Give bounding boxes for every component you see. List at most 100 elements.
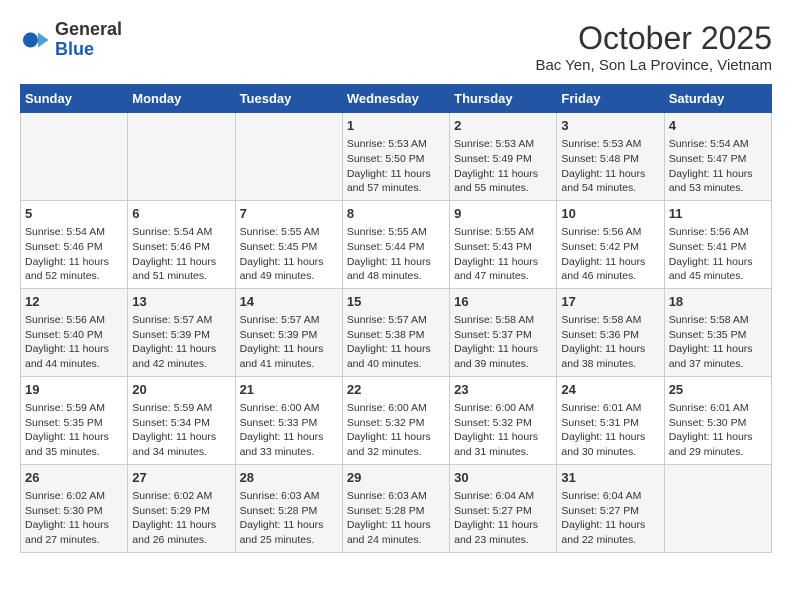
day-info: Sunrise: 5:54 AM Sunset: 5:46 PM Dayligh… [25,225,123,284]
calendar-cell: 12 Sunrise: 5:56 AM Sunset: 5:40 PM Dayli… [21,288,128,376]
calendar-cell: 16Sunrise: 5:58 AM Sunset: 5:37 PM Dayli… [450,288,557,376]
day-number: 6 [132,205,230,223]
page-header: General Blue October 2025 Bac Yen, Son L… [20,20,772,74]
day-number: 5 [25,205,123,223]
logo-icon [20,25,50,55]
day-number: 19 [25,381,123,399]
weekday-row: SundayMondayTuesdayWednesdayThursdayFrid… [21,85,772,113]
day-info: Sunrise: 6:02 AM Sunset: 5:30 PM Dayligh… [25,489,123,548]
day-number: 2 [454,117,552,135]
logo: General Blue [20,20,122,60]
day-info: Sunrise: 5:56 AM Sunset: 5:40 PM Dayligh… [25,313,123,372]
calendar-cell: 24 Sunrise: 6:01 AM Sunset: 5:31 PM Dayli… [557,376,664,464]
week-row-5: 26Sunrise: 6:02 AM Sunset: 5:30 PM Dayli… [21,464,772,552]
day-info: Sunrise: 5:53 AM Sunset: 5:49 PM Dayligh… [454,137,552,196]
weekday-header-tuesday: Tuesday [235,85,342,113]
day-number: 23 [454,381,552,399]
week-row-3: 12 Sunrise: 5:56 AM Sunset: 5:40 PM Dayli… [21,288,772,376]
day-number: 10 [561,205,659,223]
day-info: Sunrise: 5:56 AM Sunset: 5:42 PM Dayligh… [561,225,659,284]
calendar-cell: 6Sunrise: 5:54 AM Sunset: 5:46 PM Daylig… [128,200,235,288]
day-number: 9 [454,205,552,223]
day-info: Sunrise: 5:54 AM Sunset: 5:47 PM Dayligh… [669,137,767,196]
calendar-cell: 21Sunrise: 6:00 AM Sunset: 5:33 PM Dayli… [235,376,342,464]
calendar-cell: 4Sunrise: 5:54 AM Sunset: 5:47 PM Daylig… [664,113,771,201]
calendar-cell: 7Sunrise: 5:55 AM Sunset: 5:45 PM Daylig… [235,200,342,288]
logo-general-text: General [55,20,122,40]
calendar-cell: 27Sunrise: 6:02 AM Sunset: 5:29 PM Dayli… [128,464,235,552]
weekday-header-sunday: Sunday [21,85,128,113]
title-block: October 2025 Bac Yen, Son La Province, V… [535,20,772,74]
day-info: Sunrise: 5:57 AM Sunset: 5:38 PM Dayligh… [347,313,445,372]
day-info: Sunrise: 6:01 AM Sunset: 5:31 PM Dayligh… [561,401,659,460]
week-row-2: 5 Sunrise: 5:54 AM Sunset: 5:46 PM Daylig… [21,200,772,288]
day-number: 20 [132,381,230,399]
day-number: 15 [347,293,445,311]
calendar-header: SundayMondayTuesdayWednesdayThursdayFrid… [21,85,772,113]
day-info: Sunrise: 5:53 AM Sunset: 5:48 PM Dayligh… [561,137,659,196]
calendar-cell: 25 Sunrise: 6:01 AM Sunset: 5:30 PM Dayli… [664,376,771,464]
weekday-header-saturday: Saturday [664,85,771,113]
day-info: Sunrise: 6:00 AM Sunset: 5:32 PM Dayligh… [454,401,552,460]
day-info: Sunrise: 5:58 AM Sunset: 5:36 PM Dayligh… [561,313,659,372]
day-number: 13 [132,293,230,311]
calendar-cell: 17 Sunrise: 5:58 AM Sunset: 5:36 PM Dayli… [557,288,664,376]
day-number: 22 [347,381,445,399]
calendar-cell: 28Sunrise: 6:03 AM Sunset: 5:28 PM Dayli… [235,464,342,552]
day-number: 12 [25,293,123,311]
day-info: Sunrise: 6:03 AM Sunset: 5:28 PM Dayligh… [347,489,445,548]
day-number: 29 [347,469,445,487]
day-number: 7 [240,205,338,223]
day-number: 14 [240,293,338,311]
day-number: 18 [669,293,767,311]
weekday-header-thursday: Thursday [450,85,557,113]
calendar-body: 1Sunrise: 5:53 AM Sunset: 5:50 PM Daylig… [21,113,772,553]
calendar-cell: 10 Sunrise: 5:56 AM Sunset: 5:42 PM Dayli… [557,200,664,288]
day-number: 30 [454,469,552,487]
calendar-cell: 9Sunrise: 5:55 AM Sunset: 5:43 PM Daylig… [450,200,557,288]
calendar-cell: 13Sunrise: 5:57 AM Sunset: 5:39 PM Dayli… [128,288,235,376]
day-info: Sunrise: 5:59 AM Sunset: 5:34 PM Dayligh… [132,401,230,460]
calendar-cell: 29 Sunrise: 6:03 AM Sunset: 5:28 PM Dayli… [342,464,449,552]
day-info: Sunrise: 6:00 AM Sunset: 5:33 PM Dayligh… [240,401,338,460]
calendar-cell: 5 Sunrise: 5:54 AM Sunset: 5:46 PM Daylig… [21,200,128,288]
day-number: 24 [561,381,659,399]
calendar-cell [128,113,235,201]
calendar-cell: 15 Sunrise: 5:57 AM Sunset: 5:38 PM Dayli… [342,288,449,376]
day-info: Sunrise: 5:53 AM Sunset: 5:50 PM Dayligh… [347,137,445,196]
day-number: 11 [669,205,767,223]
day-info: Sunrise: 6:03 AM Sunset: 5:28 PM Dayligh… [240,489,338,548]
calendar-cell: 20 Sunrise: 5:59 AM Sunset: 5:34 PM Dayli… [128,376,235,464]
week-row-4: 19 Sunrise: 5:59 AM Sunset: 5:35 PM Dayli… [21,376,772,464]
calendar-cell: 11Sunrise: 5:56 AM Sunset: 5:41 PM Dayli… [664,200,771,288]
day-info: Sunrise: 5:59 AM Sunset: 5:35 PM Dayligh… [25,401,123,460]
day-info: Sunrise: 6:01 AM Sunset: 5:30 PM Dayligh… [669,401,767,460]
calendar-cell: 26Sunrise: 6:02 AM Sunset: 5:30 PM Dayli… [21,464,128,552]
weekday-header-friday: Friday [557,85,664,113]
day-number: 25 [669,381,767,399]
calendar-cell: 8 Sunrise: 5:55 AM Sunset: 5:44 PM Daylig… [342,200,449,288]
logo-blue-text: Blue [55,40,122,60]
day-info: Sunrise: 6:04 AM Sunset: 5:27 PM Dayligh… [454,489,552,548]
day-number: 16 [454,293,552,311]
calendar-cell: 1Sunrise: 5:53 AM Sunset: 5:50 PM Daylig… [342,113,449,201]
calendar-cell: 14Sunrise: 5:57 AM Sunset: 5:39 PM Dayli… [235,288,342,376]
month-title: October 2025 [535,20,772,57]
calendar-cell: 2 Sunrise: 5:53 AM Sunset: 5:49 PM Daylig… [450,113,557,201]
weekday-header-monday: Monday [128,85,235,113]
calendar-cell [664,464,771,552]
calendar-cell: 22 Sunrise: 6:00 AM Sunset: 5:32 PM Dayli… [342,376,449,464]
calendar-cell: 31Sunrise: 6:04 AM Sunset: 5:27 PM Dayli… [557,464,664,552]
day-number: 27 [132,469,230,487]
day-number: 3 [561,117,659,135]
weekday-header-wednesday: Wednesday [342,85,449,113]
calendar-cell: 30 Sunrise: 6:04 AM Sunset: 5:27 PM Dayli… [450,464,557,552]
calendar-cell: 19 Sunrise: 5:59 AM Sunset: 5:35 PM Dayli… [21,376,128,464]
day-info: Sunrise: 5:55 AM Sunset: 5:44 PM Dayligh… [347,225,445,284]
day-number: 17 [561,293,659,311]
day-number: 8 [347,205,445,223]
location-subtitle: Bac Yen, Son La Province, Vietnam [535,57,772,74]
calendar-cell: 23 Sunrise: 6:00 AM Sunset: 5:32 PM Dayli… [450,376,557,464]
calendar-cell: 18Sunrise: 5:58 AM Sunset: 5:35 PM Dayli… [664,288,771,376]
day-info: Sunrise: 6:00 AM Sunset: 5:32 PM Dayligh… [347,401,445,460]
